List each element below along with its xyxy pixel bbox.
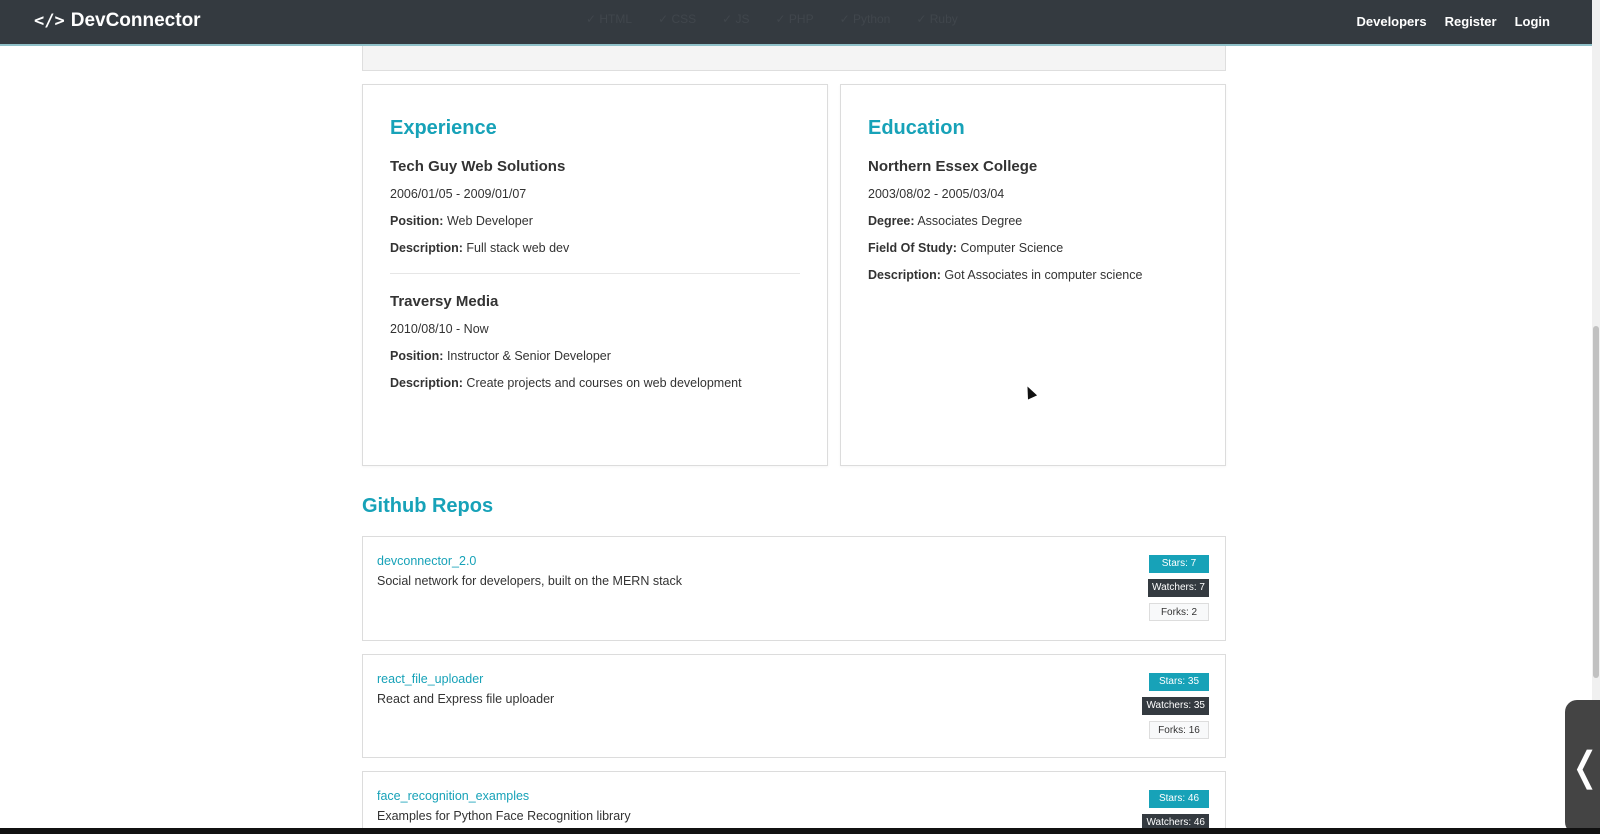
chevron-left-icon: ❬ [1568, 745, 1600, 789]
skill-item: ✓ JS [722, 12, 750, 26]
repo-description: Examples for Python Face Recognition lib… [377, 809, 631, 823]
description-label: Description: [868, 268, 941, 282]
forks-badge: Forks: 16 [1149, 721, 1209, 739]
skill-item: ✓ CSS [658, 12, 697, 26]
field-value: Computer Science [960, 241, 1064, 255]
stars-badge: Stars: 46 [1149, 790, 1209, 808]
position-value: Instructor & Senior Developer [446, 349, 611, 363]
brand-link[interactable]: </> DevConnector [34, 10, 201, 32]
experience-description: Description: Create projects and courses… [390, 376, 800, 390]
experience-dates: 2010/08/10 - Now [390, 322, 489, 336]
nav-links: Developers Register Login [1356, 14, 1550, 29]
forks-badge: Forks: 2 [1149, 603, 1209, 621]
bottom-bar [0, 828, 1600, 834]
side-panel-toggle[interactable]: ❬ [1565, 700, 1600, 834]
skills-section-bottom [362, 46, 1226, 71]
skill-item: ✓ Python [839, 12, 891, 26]
skill-item: ✓ PHP [775, 12, 814, 26]
github-repos-title: Github Repos [362, 495, 494, 517]
education-entry: Northern Essex College 2003/08/02 - 2005… [868, 158, 1198, 282]
experience-position: Position: Instructor & Senior Developer [390, 349, 800, 363]
faded-skills-row: ✓ HTML ✓ CSS ✓ JS ✓ PHP ✓ Python ✓ Ruby [586, 12, 958, 26]
education-dates: 2003/08/02 - 2005/03/04 [868, 187, 1005, 201]
experience-position: Position: Web Developer [390, 214, 800, 228]
degree-value: Associates Degree [917, 214, 1023, 228]
position-label: Position: [390, 349, 444, 363]
education-title: Education [868, 117, 965, 139]
repo-link[interactable]: react_file_uploader [377, 672, 483, 686]
description-value: Create projects and courses on web devel… [466, 376, 742, 390]
repo-badges: Stars: 35 Watchers: 35 Forks: 16 [1142, 673, 1209, 739]
skill-item: ✓ Ruby [916, 12, 958, 26]
description-value: Full stack web dev [466, 241, 570, 255]
divider [390, 273, 800, 274]
repo-badges: Stars: 7 Watchers: 7 Forks: 2 [1148, 555, 1209, 621]
position-label: Position: [390, 214, 444, 228]
experience-title: Experience [390, 117, 497, 139]
education-field: Field Of Study: Computer Science [868, 241, 1198, 255]
nav-link-login[interactable]: Login [1515, 14, 1550, 29]
company-name: Traversy Media [390, 293, 499, 310]
repo-item: devconnector_2.0 Social network for deve… [362, 536, 1226, 641]
nav-link-register[interactable]: Register [1445, 14, 1497, 29]
skill-item: ✓ HTML [586, 12, 633, 26]
repo-item: face_recognition_examples Examples for P… [362, 771, 1226, 834]
stars-badge: Stars: 35 [1149, 673, 1209, 691]
experience-entry: Traversy Media 2010/08/10 - Now Position… [390, 293, 800, 390]
education-degree: Degree: Associates Degree [868, 214, 1198, 228]
navbar: </> DevConnector ✓ HTML ✓ CSS ✓ JS ✓ PHP… [0, 0, 1592, 46]
field-label: Field Of Study: [868, 241, 957, 255]
experience-dates: 2006/01/05 - 2009/01/07 [390, 187, 527, 201]
repo-badges: Stars: 46 Watchers: 46 [1142, 790, 1209, 832]
watchers-badge: Watchers: 35 [1142, 697, 1209, 715]
scrollbar-thumb[interactable] [1593, 326, 1599, 678]
experience-description: Description: Full stack web dev [390, 241, 800, 255]
education-card: Education Northern Essex College 2003/08… [840, 84, 1226, 466]
repo-link[interactable]: face_recognition_examples [377, 789, 529, 803]
repo-description: React and Express file uploader [377, 692, 555, 706]
brand-name: DevConnector [70, 10, 201, 31]
repo-description: Social network for developers, built on … [377, 574, 682, 588]
repo-item: react_file_uploader React and Express fi… [362, 654, 1226, 758]
company-name: Tech Guy Web Solutions [390, 158, 566, 175]
code-icon: </> [34, 11, 65, 31]
stars-badge: Stars: 7 [1149, 555, 1209, 573]
school-name: Northern Essex College [868, 158, 1038, 175]
repo-link[interactable]: devconnector_2.0 [377, 554, 476, 568]
education-description: Description: Got Associates in computer … [868, 268, 1198, 282]
experience-entry: Tech Guy Web Solutions 2006/01/05 - 2009… [390, 158, 800, 255]
description-label: Description: [390, 376, 463, 390]
description-label: Description: [390, 241, 463, 255]
degree-label: Degree: [868, 214, 915, 228]
description-value: Got Associates in computer science [944, 268, 1143, 282]
nav-link-developers[interactable]: Developers [1356, 14, 1426, 29]
experience-card: Experience Tech Guy Web Solutions 2006/0… [362, 84, 828, 466]
watchers-badge: Watchers: 7 [1148, 579, 1209, 597]
position-value: Web Developer [446, 214, 533, 228]
